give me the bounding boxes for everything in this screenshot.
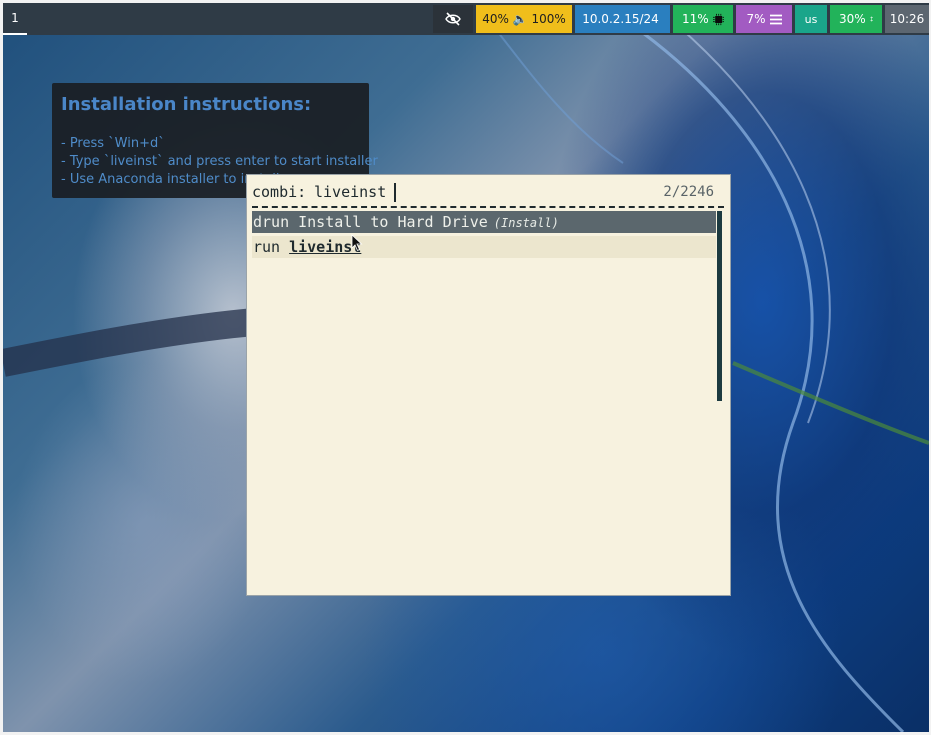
desktop: 1 40% 🔈 100% 10.0.2.15/24 11% 7% us 30% … bbox=[3, 3, 929, 732]
volume-block[interactable]: 40% 🔈 100% bbox=[476, 5, 572, 33]
text-caret bbox=[394, 183, 396, 202]
memory-block[interactable]: 7% bbox=[736, 5, 792, 33]
cpu-block[interactable]: 11% bbox=[673, 5, 733, 33]
clock-text: 10:26 bbox=[889, 12, 925, 26]
disk-icon bbox=[870, 16, 873, 22]
memory-text: 7% bbox=[746, 12, 766, 26]
entry-mode: run bbox=[253, 238, 281, 256]
result-counter: 2/2246 bbox=[663, 184, 714, 200]
disk-block[interactable]: 30% bbox=[830, 5, 882, 33]
disk-text: 30% bbox=[839, 12, 866, 26]
bar-spacer bbox=[27, 3, 430, 35]
launcher-search-input[interactable]: liveinst bbox=[314, 183, 386, 201]
clock[interactable]: 10:26 bbox=[885, 5, 929, 33]
volume-text: 40% 🔈 100% bbox=[482, 12, 566, 26]
network-text: 10.0.2.15/24 bbox=[582, 12, 659, 26]
note-line: - Press `Win+d` bbox=[61, 136, 165, 151]
cpu-text: 11% bbox=[682, 12, 709, 26]
launcher-entry-liveinst[interactable]: run liveinst bbox=[252, 236, 716, 258]
launcher-input-row[interactable]: combi: liveinst 2/2246 bbox=[252, 181, 722, 203]
entry-name: Install to Hard Drive bbox=[298, 213, 488, 231]
launcher-scrollbar[interactable] bbox=[717, 211, 722, 401]
entry-hint: (Install) bbox=[493, 216, 559, 230]
network-block[interactable]: 10.0.2.15/24 bbox=[575, 5, 670, 33]
entry-mode: drun bbox=[253, 213, 290, 231]
workspace-button[interactable]: 1 bbox=[3, 3, 27, 35]
mouse-pointer-icon bbox=[351, 234, 363, 252]
privacy-indicator[interactable] bbox=[433, 5, 473, 33]
cpu-chip-icon bbox=[712, 13, 724, 25]
note-title: Installation instructions: bbox=[61, 94, 312, 115]
memory-bars-icon bbox=[769, 14, 782, 24]
keyboard-layout-text: us bbox=[804, 12, 818, 26]
note-line: - Type `liveinst` and press enter to sta… bbox=[61, 154, 378, 169]
input-separator bbox=[252, 206, 724, 208]
app-launcher: combi: liveinst 2/2246 drun Install to Ha… bbox=[246, 174, 731, 596]
launcher-entry-install-to-hard-drive[interactable]: drun Install to Hard Drive (Install) bbox=[252, 211, 716, 233]
launcher-prompt: combi: bbox=[252, 183, 307, 201]
keyboard-layout-block[interactable]: us bbox=[795, 5, 827, 33]
eye-slash-icon bbox=[445, 12, 461, 26]
status-bar: 1 40% 🔈 100% 10.0.2.15/24 11% 7% us 30% … bbox=[3, 3, 929, 35]
